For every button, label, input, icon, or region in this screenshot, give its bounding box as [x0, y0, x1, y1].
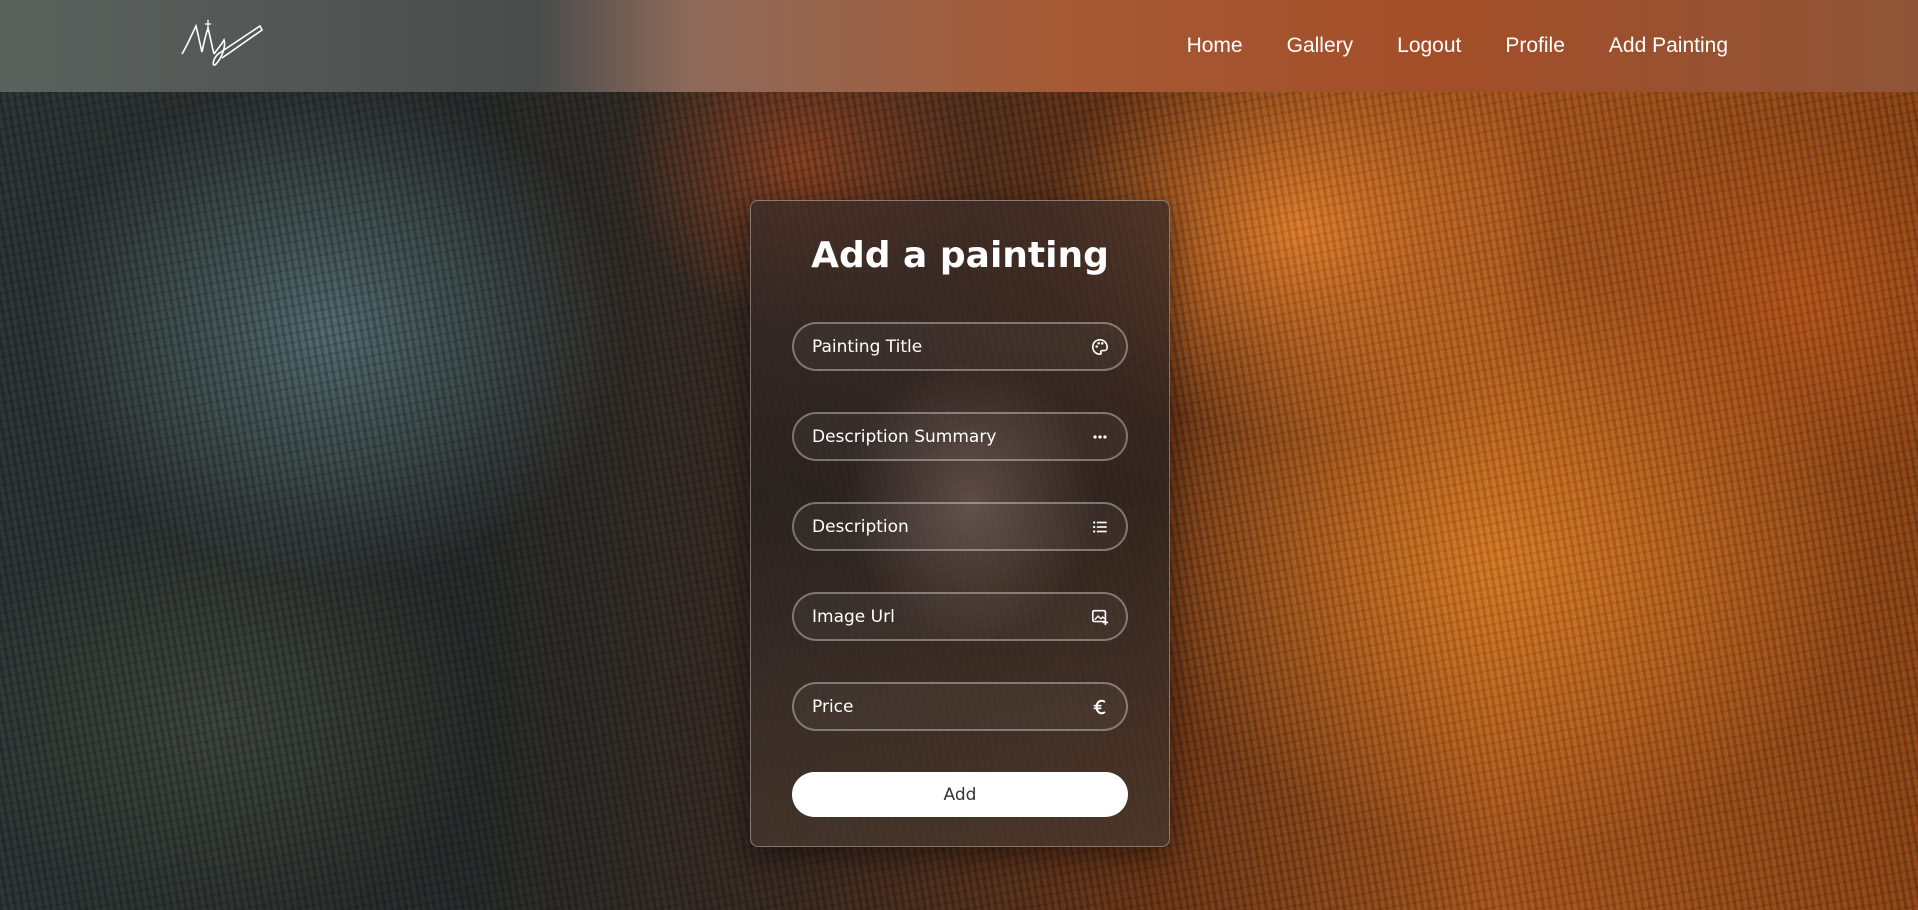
description-input[interactable] [812, 516, 1072, 537]
description-field [792, 502, 1128, 551]
nav-link-gallery[interactable]: Gallery [1287, 34, 1354, 58]
logo[interactable] [178, 14, 264, 74]
logo-icon [181, 20, 264, 66]
nav-link-home[interactable]: Home [1187, 34, 1243, 58]
image-url-field [792, 592, 1128, 641]
navbar: Home Gallery Logout Profile Add Painting [0, 0, 1918, 92]
image-add-icon [1090, 607, 1110, 627]
painting-title-field [792, 322, 1128, 371]
price-field [792, 682, 1128, 731]
nav-links: Home Gallery Logout Profile Add Painting [1187, 0, 1728, 92]
ellipsis-icon [1090, 427, 1110, 447]
description-summary-input[interactable] [812, 426, 1072, 447]
palette-icon [1090, 337, 1110, 357]
painting-title-input[interactable] [812, 336, 1072, 357]
price-input[interactable] [812, 696, 1072, 717]
image-url-input[interactable] [812, 606, 1072, 627]
description-summary-field [792, 412, 1128, 461]
list-icon [1090, 517, 1110, 537]
add-painting-form: Add a painting Add [750, 200, 1170, 847]
nav-link-add-painting[interactable]: Add Painting [1609, 34, 1728, 58]
euro-icon [1090, 697, 1110, 717]
nav-link-logout[interactable]: Logout [1397, 34, 1461, 58]
form-title: Add a painting [811, 235, 1109, 276]
nav-link-profile[interactable]: Profile [1505, 34, 1565, 58]
add-button[interactable]: Add [792, 772, 1128, 817]
